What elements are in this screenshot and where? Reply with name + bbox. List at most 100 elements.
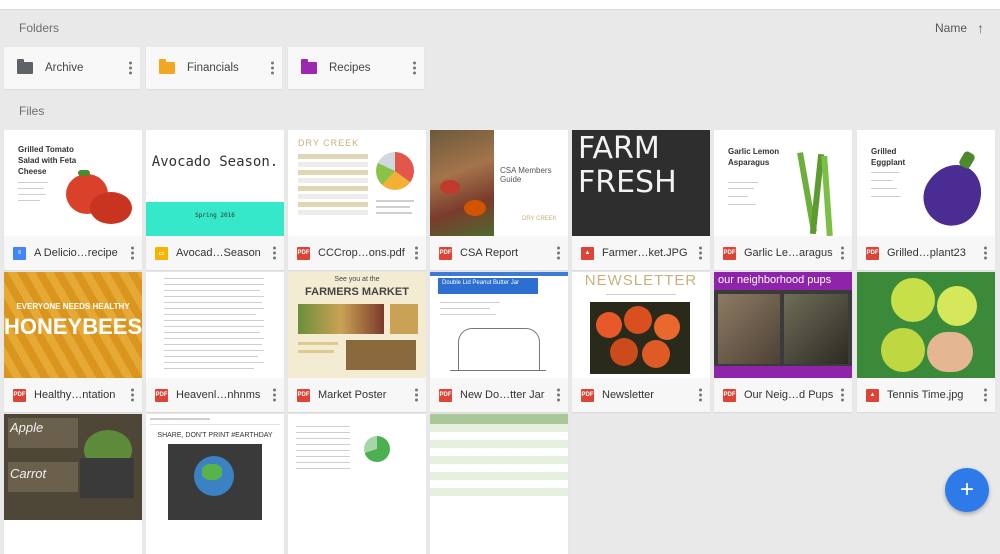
file-thumbnail — [288, 414, 426, 520]
file-thumbnail: FARM FRESH — [572, 130, 710, 236]
folder-icon — [17, 59, 33, 74]
more-options-icon[interactable] — [130, 388, 134, 402]
more-options-icon[interactable] — [698, 246, 702, 260]
file-card[interactable] — [288, 414, 426, 554]
folder-name: Financials — [187, 62, 239, 74]
file-thumbnail: Grilled Tomato Salad with Feta Cheese — [4, 130, 142, 236]
file-caption: ▲ Tennis Time.jpg — [857, 378, 995, 412]
file-thumbnail — [857, 272, 995, 378]
more-options-icon[interactable] — [412, 61, 416, 75]
pdf-icon: PDF — [866, 246, 879, 260]
file-card[interactable]: PDF Heavenl…nhnms — [146, 272, 284, 412]
sort-label: Name — [934, 21, 967, 35]
file-name: CSA Report — [460, 247, 519, 259]
file-card[interactable]: FARM FRESH ▲ Farmer…ket.JPG — [572, 130, 710, 270]
file-name: Tennis Time.jpg — [887, 389, 964, 401]
folder-icon — [159, 59, 175, 74]
file-caption: PDF Market Poster — [288, 378, 426, 412]
file-caption: PDF New Do…tter Jar — [430, 378, 568, 412]
file-thumbnail — [430, 414, 568, 520]
file-thumbnail: SHARE, DON'T PRINT #EARTHDAY — [146, 414, 284, 520]
file-name: Avocad…Season — [176, 247, 261, 259]
file-card[interactable]: our neighborhood pups PDF Our Neig…d Pup… — [714, 272, 852, 412]
top-bar — [0, 0, 1000, 10]
more-options-icon[interactable] — [272, 388, 276, 402]
file-name: Heavenl…nhnms — [176, 389, 261, 401]
folder-name: Archive — [45, 62, 84, 74]
image-icon: ▲ — [866, 388, 879, 402]
more-options-icon[interactable] — [556, 388, 560, 402]
file-thumbnail: Apple Carrot — [4, 414, 142, 520]
folder-icon — [301, 59, 317, 74]
file-card[interactable]: DRY CREEK PDF CCCrop…ons.pdf — [288, 130, 426, 270]
more-options-icon[interactable] — [983, 388, 987, 402]
more-options-icon[interactable] — [414, 246, 418, 260]
folders-header: Folders Name ↑ — [0, 10, 1000, 46]
file-card[interactable]: See you at the FARMERS MARKET PDF Market… — [288, 272, 426, 412]
folder-financials[interactable]: Financials — [146, 47, 282, 89]
more-options-icon[interactable] — [128, 61, 132, 75]
more-options-icon[interactable] — [130, 246, 134, 260]
more-options-icon[interactable] — [983, 246, 987, 260]
file-thumbnail: Garlic Lemon Asparagus — [714, 130, 852, 236]
file-name: CCCrop…ons.pdf — [318, 247, 405, 259]
file-caption: PDF Heavenl…nhnms — [146, 378, 284, 412]
pdf-icon: PDF — [439, 388, 452, 402]
file-thumbnail: NEWSLETTER — [572, 272, 710, 378]
file-name: Garlic Le…aragus — [744, 247, 833, 259]
file-thumbnail: our neighborhood pups — [714, 272, 852, 378]
pdf-icon: PDF — [13, 388, 26, 402]
more-options-icon[interactable] — [698, 388, 702, 402]
file-card[interactable]: Apple Carrot — [4, 414, 142, 554]
file-card[interactable]: Double Lid Peanut Butter Jar PDF New Do…… — [430, 272, 568, 412]
more-options-icon[interactable] — [840, 388, 844, 402]
file-card[interactable]: NEWSLETTER PDF Newsletter — [572, 272, 710, 412]
file-name: Our Neig…d Pups — [744, 389, 834, 401]
file-thumbnail: Grilled Eggplant — [857, 130, 995, 236]
pdf-icon: PDF — [581, 388, 594, 402]
file-card[interactable]: CSA Members Guide DRY CREEK PDF CSA Repo… — [430, 130, 568, 270]
file-card[interactable]: Grilled Tomato Salad with Feta Cheese ≡ … — [4, 130, 142, 270]
file-thumbnail: CSA Members Guide DRY CREEK — [430, 130, 568, 236]
file-name: New Do…tter Jar — [460, 389, 545, 401]
file-card[interactable]: Grilled Eggplant PDF Grilled…plant23 — [857, 130, 995, 270]
file-card[interactable]: SHARE, DON'T PRINT #EARTHDAY — [146, 414, 284, 554]
file-card[interactable]: Avocado Season. Spring 2016 ▭ Avocad…Sea… — [146, 130, 284, 270]
file-caption: PDF Healthy…ntation — [4, 378, 142, 412]
file-name: Healthy…ntation — [34, 389, 116, 401]
pdf-icon: PDF — [723, 246, 736, 260]
file-caption: ≡ A Delicio…recipe — [4, 236, 142, 270]
file-card[interactable]: ▲ Tennis Time.jpg — [857, 272, 995, 412]
doc-icon: ≡ — [13, 246, 26, 260]
files-label: Files — [19, 104, 45, 118]
file-card[interactable]: EVERYONE NEEDS HEALTHY HONEYBEES PDF Hea… — [4, 272, 142, 412]
file-name: Grilled…plant23 — [887, 247, 966, 259]
file-thumbnail: EVERYONE NEEDS HEALTHY HONEYBEES — [4, 272, 142, 378]
file-card[interactable] — [430, 414, 568, 554]
file-caption: PDF CSA Report — [430, 236, 568, 270]
pdf-icon: PDF — [439, 246, 452, 260]
more-options-icon[interactable] — [270, 61, 274, 75]
more-options-icon[interactable] — [414, 388, 418, 402]
file-caption: PDF Garlic Le…aragus — [714, 236, 852, 270]
file-card[interactable]: Garlic Lemon Asparagus PDF Garlic Le…ara… — [714, 130, 852, 270]
pdf-icon: PDF — [297, 246, 310, 260]
more-options-icon[interactable] — [840, 246, 844, 260]
file-name: Market Poster — [318, 389, 387, 401]
sort-control[interactable]: Name ↑ — [935, 20, 984, 36]
pdf-icon: PDF — [297, 388, 310, 402]
file-caption: PDF Our Neig…d Pups — [714, 378, 852, 412]
file-caption: PDF CCCrop…ons.pdf — [288, 236, 426, 270]
pdf-icon: PDF — [723, 388, 736, 402]
slides-icon: ▭ — [155, 246, 168, 260]
file-name: Newsletter — [602, 389, 654, 401]
more-options-icon[interactable] — [556, 246, 560, 260]
file-name: Farmer…ket.JPG — [602, 247, 688, 259]
folder-name: Recipes — [329, 62, 371, 74]
sort-arrow-icon: ↑ — [977, 20, 984, 36]
more-options-icon[interactable] — [272, 246, 276, 260]
folder-archive[interactable]: Archive — [4, 47, 140, 89]
file-thumbnail: Double Lid Peanut Butter Jar — [430, 272, 568, 378]
add-fab-button[interactable]: + — [945, 468, 989, 512]
folder-recipes[interactable]: Recipes — [288, 47, 424, 89]
